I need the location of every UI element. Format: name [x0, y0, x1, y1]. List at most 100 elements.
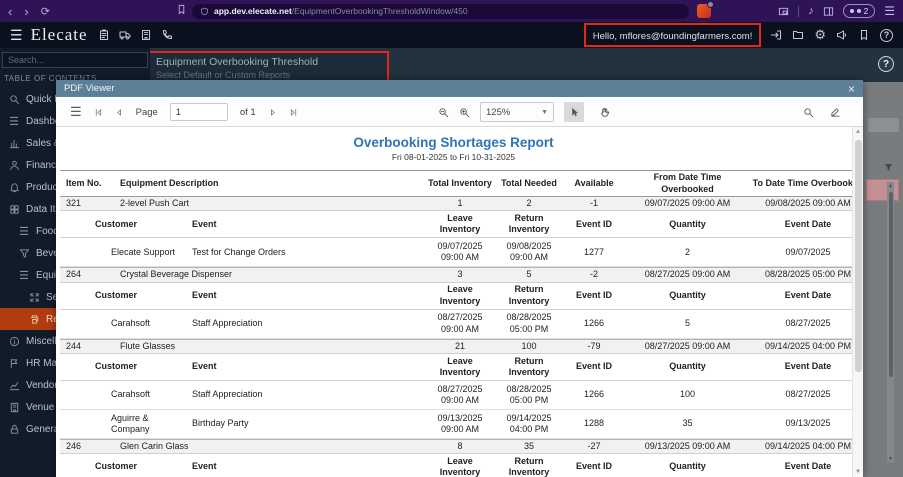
cell: 08/28/2025 05:00 PM [506, 312, 552, 334]
cell: Event ID [575, 218, 612, 229]
cell: 08/27/2025 [785, 317, 831, 328]
music-player-icon[interactable]: ♪ [808, 5, 814, 17]
sidebar-item-icon [8, 424, 20, 435]
dimmed-toolbar-box [868, 118, 899, 132]
cell: 09/14/2025 04:00 PM [764, 440, 852, 451]
cell: Customer [95, 289, 138, 300]
report-date-range: Fri 08-01-2025 to Fri 10-31-2025 [391, 152, 516, 162]
scroll-up-icon[interactable]: ▲ [853, 129, 863, 135]
cell: 09/07/2025 09:00 AM [437, 241, 483, 263]
site-info-icon[interactable] [200, 7, 209, 16]
search-icon[interactable] [803, 107, 814, 118]
cell: Leave Inventory [439, 284, 481, 306]
signature-pen-icon[interactable] [830, 107, 841, 118]
gear-icon[interactable]: ⚙ [814, 27, 826, 43]
last-page-icon[interactable] [289, 108, 298, 117]
divider [798, 5, 800, 17]
app-menu-icon[interactable]: ☰ [10, 27, 23, 44]
page-of-label: of 1 [239, 106, 256, 118]
pdf-window-title: PDF Viewer [64, 83, 115, 94]
app-header: ☰ Elecate Hello, mflores@foundingfarmers… [0, 22, 903, 48]
browser-reload-icon[interactable]: ⟳ [41, 5, 50, 18]
pdf-titlebar[interactable]: PDF Viewer × [56, 80, 863, 97]
help-icon[interactable]: ? [880, 28, 893, 42]
cell: 1288 [583, 418, 605, 429]
cell: 09/13/2025 09:00 AM [644, 440, 731, 451]
cell: Item No. [66, 177, 102, 188]
truck-icon[interactable] [119, 29, 131, 41]
filter-funnel-icon[interactable] [883, 162, 894, 173]
sidebar-item-label: Venue [26, 401, 55, 413]
help-bubble-icon[interactable]: ? [878, 56, 894, 72]
header-row: Customer Event Leave Inventory Return Inven… [60, 282, 862, 310]
cell: Event Date [784, 361, 832, 372]
page-number-input[interactable] [169, 103, 228, 121]
browser-back-icon[interactable]: ‹ [8, 4, 12, 19]
cell: Customer [95, 461, 138, 472]
sidebar-panel-icon[interactable] [823, 6, 834, 17]
phone-icon[interactable] [161, 29, 173, 41]
cell: Event ID [575, 361, 612, 372]
previous-page-icon[interactable] [115, 108, 124, 117]
cell: Event [192, 361, 217, 372]
next-page-icon[interactable] [268, 108, 277, 117]
cell: Return Inventory [508, 213, 550, 235]
scroll-down-icon[interactable]: ▼ [853, 469, 863, 475]
sidebar-item-icon [8, 358, 20, 369]
cell: Customer [95, 361, 138, 372]
cell: 09/07/2025 09:00 AM [644, 198, 731, 208]
header-row: Customer Event Leave Inventory Return Inven… [60, 353, 862, 381]
hand-tool-icon[interactable] [594, 102, 614, 122]
user-greeting: Hello, mflores@foundingfarmers.com! [592, 31, 753, 42]
scroll-up-icon[interactable]: ▲ [887, 183, 894, 189]
sidebar-item-icon [8, 94, 20, 105]
browser-forward-icon[interactable]: › [24, 4, 28, 19]
cell: Return Inventory [508, 455, 550, 477]
cell: Customer [95, 218, 138, 229]
scrollbar-thumb[interactable] [888, 192, 893, 377]
close-icon[interactable]: × [848, 83, 855, 95]
search-input[interactable] [2, 52, 148, 68]
cell: 08/28/2025 05:00 PM [506, 383, 552, 405]
cell [60, 381, 93, 409]
extension-icon[interactable] [697, 1, 714, 18]
storefront-icon[interactable] [140, 29, 152, 41]
cell: Total Needed [501, 177, 557, 188]
zoom-in-icon[interactable] [459, 107, 470, 118]
clipboard-icon[interactable] [98, 29, 110, 41]
cell [60, 454, 93, 477]
cell: Event [192, 289, 217, 300]
first-page-icon[interactable] [94, 108, 103, 117]
scrollbar-thumb[interactable] [855, 140, 862, 372]
cell: 09/07/2025 [785, 246, 831, 257]
cell: Event ID [575, 289, 612, 300]
bookmark-icon[interactable] [176, 4, 187, 15]
url-domain: app.dev.elecate.net [214, 6, 292, 16]
cell: 09/13/2025 [785, 418, 831, 429]
folder-icon[interactable] [792, 29, 804, 41]
group-row: 246 Glen Carin Glass 8 35 -27 09/13/2025 09:0… [60, 438, 862, 454]
address-bar[interactable]: app.dev.elecate.net/EquipmentOverbooking… [192, 3, 689, 19]
cell: Event Date [784, 461, 832, 472]
browser-menu-icon[interactable]: ☰ [884, 4, 895, 18]
zoom-out-icon[interactable] [438, 107, 449, 118]
logout-icon[interactable] [770, 29, 782, 41]
background-scrollbar[interactable]: ▲ ▼ [887, 182, 894, 463]
tab-count-pill[interactable]: 2 [842, 4, 876, 18]
cell: Event [192, 461, 217, 472]
toolbar-menu-icon[interactable]: ☰ [70, 104, 82, 120]
group-row: 321 2-level Push Cart 1 2 -1 09/07/2025 09:00… [60, 197, 862, 212]
cell: 08/27/2025 09:00 AM [437, 383, 483, 405]
picture-in-picture-icon[interactable] [778, 6, 789, 17]
url-path: /EquipmentOverbookingThresholdWindow/450 [291, 6, 468, 16]
megaphone-icon[interactable] [836, 29, 848, 41]
bookmark-flag-icon[interactable] [858, 29, 870, 41]
pdf-scrollbar[interactable]: ▲ ▼ [852, 127, 863, 477]
cell: Staff Appreciation [192, 389, 263, 400]
select-tool-icon[interactable] [564, 102, 584, 122]
cell: Quantity [669, 289, 706, 300]
sidebar-item-icon: ☰ [19, 225, 29, 238]
scroll-down-icon[interactable]: ▼ [887, 456, 894, 462]
zoom-level-select[interactable]: 125% ▼ [480, 102, 554, 122]
chevron-down-icon: ▼ [541, 108, 548, 116]
